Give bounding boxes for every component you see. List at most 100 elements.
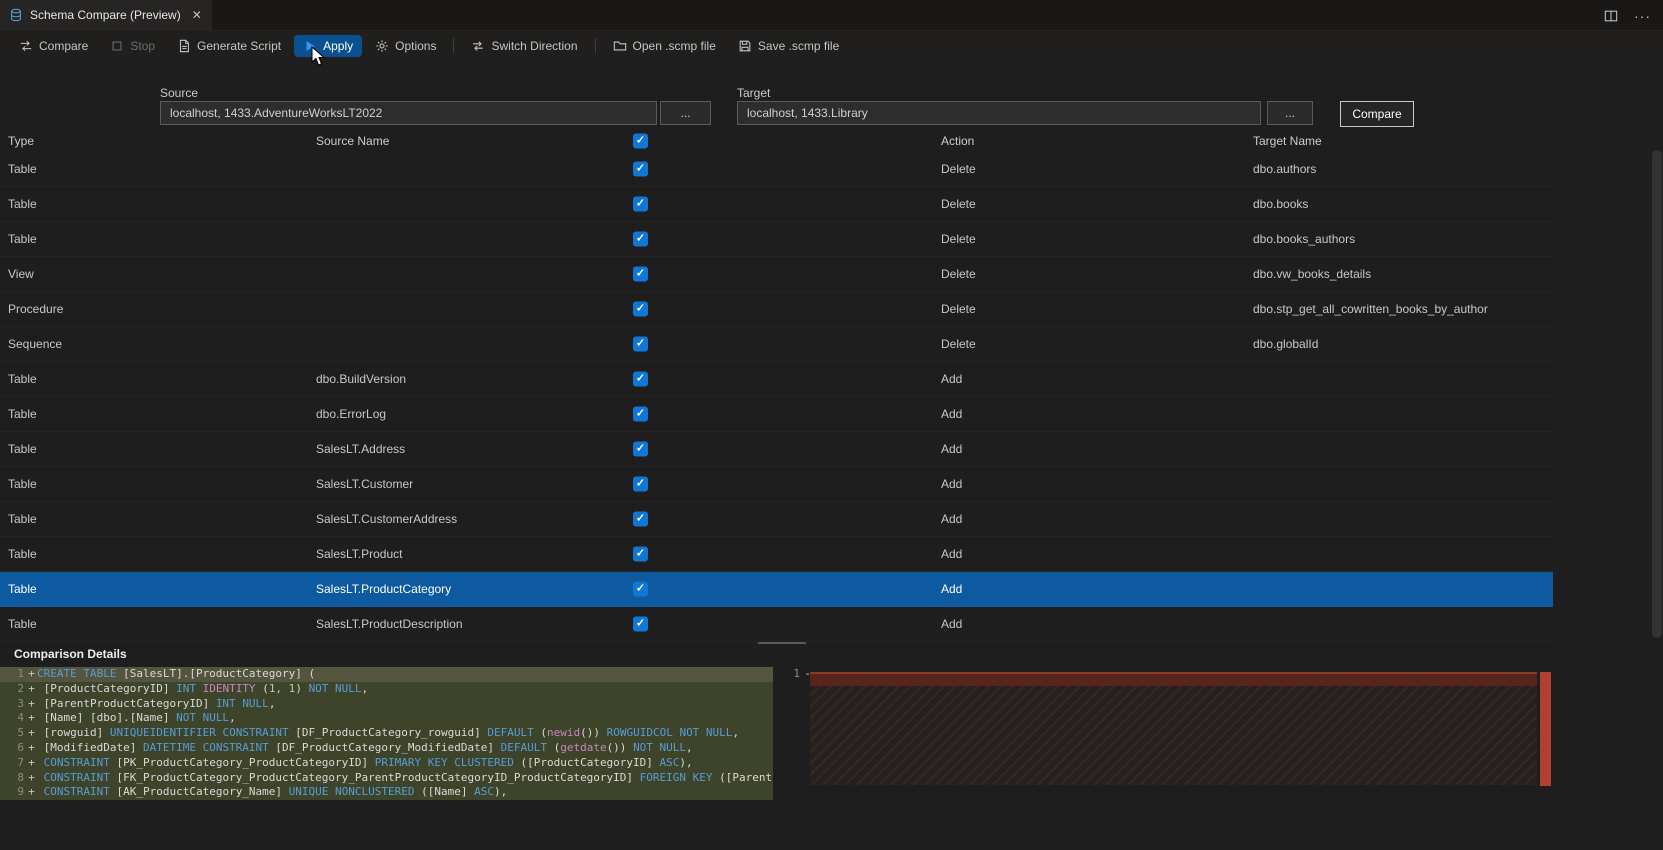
column-header-type[interactable]: Type xyxy=(8,134,34,148)
row-include-checkbox[interactable]: ✓ xyxy=(633,511,648,527)
row-checkbox-cell: ✓ xyxy=(633,266,648,282)
row-checkbox-cell: ✓ xyxy=(633,371,648,387)
row-type-cell: Table xyxy=(8,547,37,561)
gear-icon xyxy=(376,39,388,52)
source-browse-button[interactable]: ... xyxy=(660,101,711,125)
row-include-checkbox[interactable]: ✓ xyxy=(633,371,648,387)
row-include-checkbox[interactable]: ✓ xyxy=(633,301,648,317)
generate-script-button-label: Generate Script xyxy=(197,38,282,53)
row-include-checkbox[interactable]: ✓ xyxy=(633,441,648,457)
no-content-hatch xyxy=(810,686,1537,785)
save-scmp-button[interactable]: Save .scmp file xyxy=(729,35,848,57)
comparison-details-title: Comparison Details xyxy=(14,647,127,661)
script-file-icon xyxy=(180,39,189,52)
column-header-action[interactable]: Action xyxy=(941,134,974,148)
row-action-cell: Delete xyxy=(941,337,976,351)
row-include-checkbox[interactable]: ✓ xyxy=(633,546,648,562)
select-all-checkbox[interactable]: ✓ xyxy=(633,133,648,149)
diff-line: 5 + [rowguid] UNIQUEIDENTIFIER CONSTRAINT… xyxy=(0,726,773,741)
split-editor-icon[interactable] xyxy=(1604,9,1618,23)
table-row[interactable]: Table dbo.ErrorLog ✓ Add xyxy=(0,397,1553,432)
row-checkbox-cell: ✓ xyxy=(633,231,648,247)
table-row[interactable]: Table SalesLT.ProductDescription ✓ Add xyxy=(0,607,1553,642)
row-include-checkbox[interactable]: ✓ xyxy=(633,336,648,352)
row-include-checkbox[interactable]: ✓ xyxy=(633,161,648,177)
diff-source-pane[interactable]: 1 + CREATE TABLE [SalesLT].[ProductCategor… xyxy=(0,667,773,850)
compare-action-button[interactable]: Compare xyxy=(1340,101,1414,127)
diff-line-number: 8 xyxy=(17,770,24,784)
diff-line: 8 + CONSTRAINT [FK_ProductCategory_Produc… xyxy=(0,770,773,786)
table-row[interactable]: Table ✓ Delete dbo.books_authors xyxy=(0,222,1553,257)
compare-button[interactable]: Compare xyxy=(10,35,97,57)
table-row[interactable]: Sequence ✓ Delete dbo.globalId xyxy=(0,327,1553,362)
diff-line-code: [ProductCategoryID] INT IDENTITY (1, 1) … xyxy=(37,681,369,695)
row-source-name-cell: SalesLT.Address xyxy=(316,442,406,456)
row-include-checkbox[interactable]: ✓ xyxy=(633,476,648,492)
row-action-cell: Add xyxy=(941,407,963,421)
diff-line: 4 + [Name] [dbo].[Name] NOT NULL, xyxy=(0,711,773,727)
diff-line-sign: + xyxy=(28,755,35,769)
table-row[interactable]: Table SalesLT.ProductCategory ✓ Add xyxy=(0,572,1553,607)
schema-compare-toolbar: Compare Stop Generate Script Apply Optio… xyxy=(0,31,1663,60)
target-browse-button[interactable]: ... xyxy=(1267,101,1313,125)
column-header-source-name[interactable]: Source Name xyxy=(316,134,389,148)
row-checkbox-cell: ✓ xyxy=(633,581,648,597)
row-action-cell: Delete xyxy=(941,232,976,246)
row-action-cell: Delete xyxy=(941,302,976,316)
diff-line: 6 + [ModifiedDate] DATETIME CONSTRAINT [D… xyxy=(0,740,773,756)
table-row[interactable]: Table ✓ Delete dbo.books xyxy=(0,187,1553,222)
row-include-checkbox[interactable]: ✓ xyxy=(633,231,648,247)
open-scmp-button[interactable]: Open .scmp file xyxy=(604,35,725,57)
table-row[interactable]: Table dbo.BuildVersion ✓ Add xyxy=(0,362,1553,397)
stop-button[interactable]: Stop xyxy=(101,35,164,57)
column-header-target-name[interactable]: Target Name xyxy=(1253,134,1322,148)
row-action-cell: Add xyxy=(941,617,963,631)
row-include-checkbox[interactable]: ✓ xyxy=(633,266,648,282)
row-type-cell: Table xyxy=(8,407,37,421)
row-include-checkbox[interactable]: ✓ xyxy=(633,406,648,422)
diff-line-code: CREATE TABLE [SalesLT].[ProductCategory]… xyxy=(37,667,316,680)
tab-bar: Schema Compare (Preview) ✕ ··· xyxy=(0,0,1663,31)
row-type-cell: Table xyxy=(8,477,37,491)
diff-line-sign: + xyxy=(28,770,35,784)
row-checkbox-cell: ✓ xyxy=(633,406,648,422)
target-input[interactable]: localhost, 1433.Library xyxy=(737,101,1261,125)
row-include-checkbox[interactable]: ✓ xyxy=(633,196,648,212)
table-row[interactable]: Procedure ✓ Delete dbo.stp_get_all_cowritte… xyxy=(0,292,1553,327)
row-type-cell: View xyxy=(8,267,34,281)
row-target-name-cell: dbo.vw_books_details xyxy=(1253,267,1372,281)
row-type-cell: Table xyxy=(8,372,37,386)
save-icon xyxy=(739,40,751,51)
diff-line-sign: + xyxy=(28,711,35,725)
generate-script-button[interactable]: Generate Script xyxy=(168,35,290,57)
grid-vertical-scrollbar[interactable] xyxy=(1652,150,1662,638)
table-row[interactable]: Table SalesLT.Customer ✓ Add xyxy=(0,467,1553,502)
row-action-cell: Add xyxy=(941,582,963,596)
row-type-cell: Table xyxy=(8,442,37,456)
source-input[interactable]: localhost, 1433.AdventureWorksLT2022 xyxy=(160,101,657,125)
options-button[interactable]: Options xyxy=(366,35,445,57)
diff-target-pane[interactable]: 1 - xyxy=(776,667,1553,850)
row-source-name-cell: SalesLT.ProductCategory xyxy=(316,582,452,596)
table-row[interactable]: View ✓ Delete dbo.vw_books_details xyxy=(0,257,1553,292)
more-actions-icon[interactable]: ··· xyxy=(1634,8,1651,24)
tab-title: Schema Compare (Preview) xyxy=(30,8,181,22)
table-row[interactable]: Table ✓ Delete dbo.authors xyxy=(0,152,1553,187)
row-include-checkbox[interactable]: ✓ xyxy=(633,616,648,632)
diff-line-number: 3 xyxy=(17,696,24,710)
row-checkbox-cell: ✓ xyxy=(633,301,648,317)
tab-schema-compare[interactable]: Schema Compare (Preview) ✕ xyxy=(0,0,212,31)
switch-direction-button[interactable]: Switch Direction xyxy=(462,35,586,57)
row-checkbox-cell: ✓ xyxy=(633,616,648,632)
diff-editor: 1 + CREATE TABLE [SalesLT].[ProductCategor… xyxy=(0,666,1663,850)
schema-compare-window: Schema Compare (Preview) ✕ ··· Compare S… xyxy=(0,0,1663,850)
diff-line: 1 + CREATE TABLE [SalesLT].[ProductCategor… xyxy=(0,667,773,682)
table-row[interactable]: Table SalesLT.CustomerAddress ✓ Add xyxy=(0,502,1553,537)
row-action-cell: Delete xyxy=(941,267,976,281)
tab-close-icon[interactable]: ✕ xyxy=(192,8,202,22)
apply-button[interactable]: Apply xyxy=(294,34,363,57)
table-row[interactable]: Table SalesLT.Product ✓ Add xyxy=(0,537,1553,572)
row-checkbox-cell: ✓ xyxy=(633,441,648,457)
row-include-checkbox[interactable]: ✓ xyxy=(633,581,648,597)
table-row[interactable]: Table SalesLT.Address ✓ Add xyxy=(0,432,1553,467)
